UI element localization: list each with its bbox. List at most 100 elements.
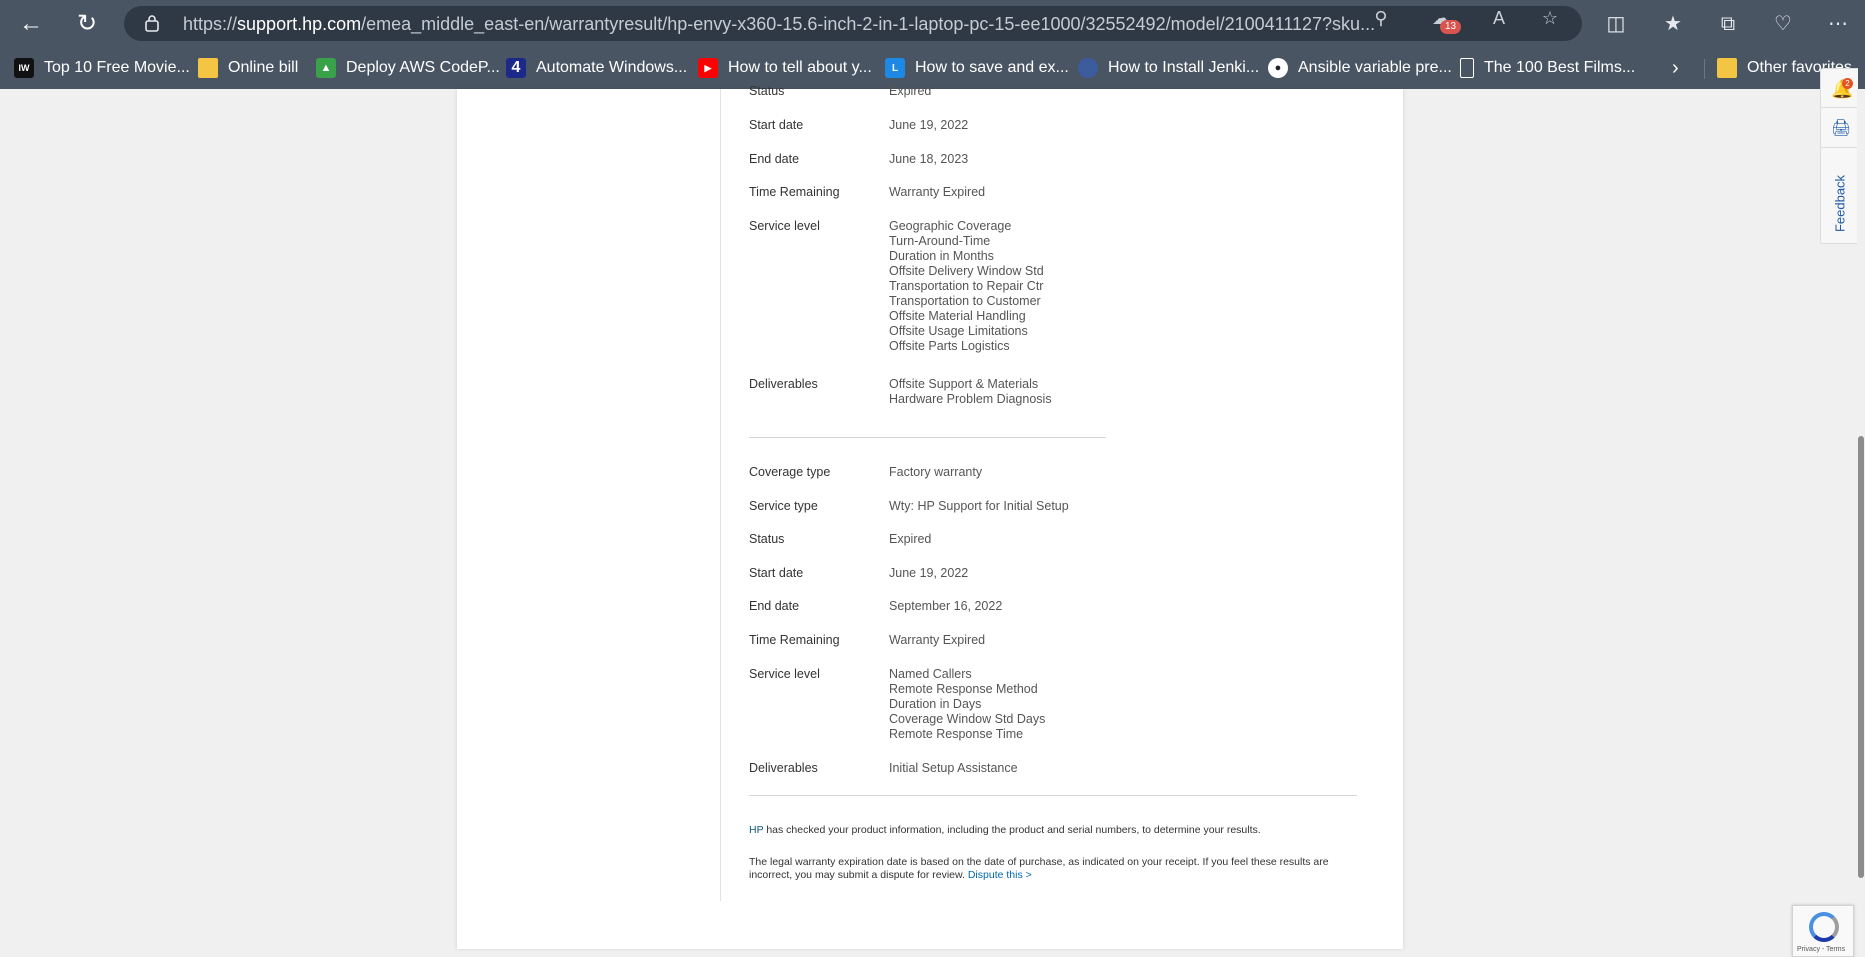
refresh-icon[interactable]: ↻ (71, 8, 103, 40)
chevron-right-icon[interactable]: › (1672, 57, 1679, 79)
field-value: Geographic Coverage Turn-Around-Time Dur… (889, 219, 1289, 354)
field-label: End date (749, 152, 800, 166)
service-level-item: Transportation to Repair Ctr (889, 279, 1044, 293)
browser-toolbar: ← ↻ https://support.hp.com/emea_middle_e… (0, 0, 1865, 47)
zoom-icon[interactable]: ⚲ (1370, 7, 1392, 29)
legal-note: The legal warranty expiration date is ba… (749, 856, 1339, 882)
field-label: Service level (749, 219, 820, 233)
field-label: Deliverables (749, 377, 818, 391)
browser-essentials-icon[interactable]: ♡ (1770, 11, 1796, 37)
page-icon (1460, 58, 1474, 78)
feedback-label: Feedback (1832, 174, 1848, 233)
bookmark-separator (1704, 59, 1705, 79)
folder-icon (1717, 58, 1737, 78)
field-value: Factory warranty (889, 465, 983, 479)
bookmark-item[interactable]: 4 Automate Windows... (506, 57, 687, 79)
page-scrollbar[interactable] (1857, 89, 1865, 957)
bookmark-item[interactable]: ▲ Deploy AWS CodeP... (316, 57, 500, 79)
bookmark-item[interactable]: The 100 Best Films... (1460, 57, 1635, 79)
field-value: Warranty Expired (889, 633, 986, 647)
url-text[interactable]: https://support.hp.com/emea_middle_east-… (183, 14, 1483, 35)
field-value: Offsite Support & Materials Hardware Pro… (889, 377, 1289, 407)
field-label: Status (749, 84, 785, 98)
warranty-card: Status Expired Start date June 19, 2022 … (457, 84, 1403, 949)
channel4-icon: 4 (506, 58, 526, 78)
service-level-item: Remote Response Method (889, 682, 1038, 696)
field-value: June 18, 2023 (889, 152, 969, 166)
field-label: Coverage type (749, 465, 831, 479)
recaptcha-icon (1809, 912, 1839, 942)
recaptcha-text[interactable]: Privacy - Terms (1797, 946, 1845, 953)
dispute-link[interactable]: Dispute this > (968, 869, 1032, 881)
print-icon[interactable]: 🖨 (1831, 118, 1851, 138)
check-note-text: has checked your product information, in… (763, 824, 1261, 836)
field-value: Wty: HP Support for Initial Setup (889, 499, 1069, 513)
favorite-star-icon[interactable]: ☆ (1539, 7, 1561, 29)
service-level-item: Named Callers (889, 667, 972, 681)
folder-icon (198, 58, 218, 78)
service-level-item: Offsite Parts Logistics (889, 339, 1010, 353)
service-level-item: Offsite Delivery Window Std (889, 264, 1044, 278)
more-menu-icon[interactable]: ⋯ (1825, 11, 1851, 37)
service-level-item: Duration in Days (889, 697, 982, 711)
service-level-item: Remote Response Time (889, 727, 1024, 741)
notification-badge: 2 (1842, 78, 1853, 89)
github-icon: ● (1268, 58, 1288, 78)
bookmark-item[interactable]: How to Install Jenki... (1078, 57, 1259, 79)
service-level-item: Duration in Months (889, 249, 994, 263)
bookmark-item[interactable]: ▶ How to tell about y... (698, 57, 872, 79)
field-value: Expired (889, 532, 932, 546)
hp-brand-text: HP (749, 824, 764, 836)
field-value: Warranty Expired (889, 185, 986, 199)
page-viewport: Status Expired Start date June 19, 2022 … (0, 84, 1865, 957)
bookmark-item[interactable]: IW Top 10 Free Movie... (14, 57, 190, 79)
legal-note-text: The legal warranty expiration date is ba… (749, 856, 1329, 881)
field-value: June 19, 2022 (889, 118, 969, 132)
field-value: June 19, 2022 (889, 566, 969, 580)
check-note: HP has checked your product information,… (749, 824, 1339, 837)
recaptcha-badge[interactable]: Privacy - Terms (1792, 905, 1854, 957)
field-value: Expired (889, 84, 932, 98)
feedback-tab[interactable]: Feedback (1825, 174, 1855, 244)
iw-icon: IW (14, 58, 34, 78)
favorites-icon[interactable]: ★ (1660, 11, 1686, 37)
split-screen-icon[interactable]: ◫ (1603, 11, 1629, 37)
divider (1821, 147, 1859, 148)
section-divider (749, 437, 1106, 438)
globe-icon (1078, 58, 1098, 78)
read-aloud-icon[interactable]: A (1488, 7, 1510, 29)
bookmarks-bar: IW Top 10 Free Movie... Online bill ▲ Depl… (0, 47, 1865, 89)
field-label: Start date (749, 118, 804, 132)
bookmark-item[interactable]: ● Ansible variable pre... (1268, 57, 1452, 79)
service-level-item: Coverage Window Std Days (889, 712, 1046, 726)
extension-badge: 13 (1440, 20, 1461, 34)
field-label: Service level (749, 667, 820, 681)
lc-icon: L (885, 58, 905, 78)
deliverable-item: Hardware Problem Diagnosis (889, 392, 1052, 406)
divider (1821, 107, 1859, 108)
side-widget-panel: 🔔 2 🖨 Feedback (1820, 68, 1859, 244)
column-divider (720, 89, 721, 901)
field-label: Service type (749, 499, 818, 513)
field-label: Time Remaining (749, 633, 840, 647)
deliverable-item: Initial Setup Assistance (889, 761, 1018, 775)
address-bar[interactable]: https://support.hp.com/emea_middle_east-… (124, 6, 1582, 41)
service-level-item: Turn-Around-Time (889, 234, 991, 248)
back-arrow-icon[interactable]: ← (15, 8, 47, 40)
section-divider (749, 795, 1357, 796)
field-label: End date (749, 599, 800, 613)
bookmark-item[interactable]: L How to save and ex... (885, 57, 1069, 79)
field-label: Time Remaining (749, 185, 840, 199)
lock-icon[interactable] (144, 14, 160, 32)
service-level-item: Transportation to Customer (889, 294, 1041, 308)
collections-icon[interactable]: ⧉ (1715, 11, 1741, 37)
aws-icon: ▲ (316, 58, 336, 78)
field-label: Deliverables (749, 761, 818, 775)
field-value: Initial Setup Assistance (889, 761, 1289, 776)
scrollbar-thumb[interactable] (1858, 436, 1864, 878)
deliverable-item: Offsite Support & Materials (889, 377, 1039, 391)
service-level-item: Geographic Coverage (889, 219, 1012, 233)
service-level-item: Offsite Material Handling (889, 309, 1026, 323)
bookmark-item[interactable]: Online bill (198, 57, 298, 79)
field-value: Named Callers Remote Response Method Dur… (889, 667, 1289, 742)
